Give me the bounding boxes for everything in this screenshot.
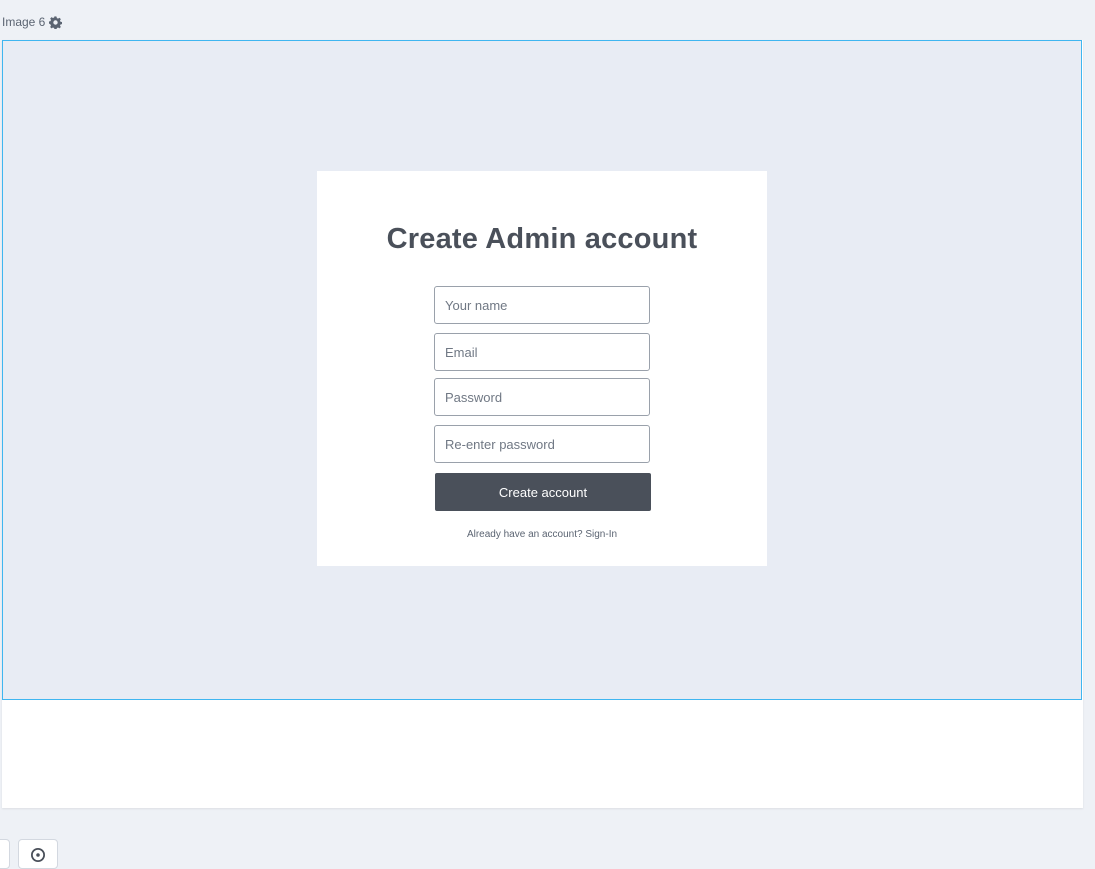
email-field[interactable] [434, 333, 650, 371]
page-title: Create Admin account [386, 223, 698, 255]
image-label-text: Image 6 [2, 15, 46, 29]
signup-card: Create Admin account Create account Alre… [317, 171, 767, 566]
image-label: Image 6 [2, 14, 63, 30]
name-field[interactable] [434, 286, 650, 324]
signin-prompt: Already have an account? Sign-In [317, 529, 767, 540]
help-button[interactable] [18, 839, 58, 869]
image-preview[interactable]: Create Admin account Create account Alre… [2, 40, 1082, 700]
confirm-password-field[interactable] [434, 425, 650, 463]
signin-link[interactable]: Already have an account? Sign-In [467, 529, 617, 540]
password-field[interactable] [434, 378, 650, 416]
image-frame: Create Admin account Create account Alre… [2, 40, 1083, 808]
help-icon [31, 848, 45, 868]
create-account-button[interactable]: Create account [435, 473, 651, 511]
toolbar-button[interactable] [0, 839, 10, 869]
gear-icon[interactable] [49, 15, 63, 30]
